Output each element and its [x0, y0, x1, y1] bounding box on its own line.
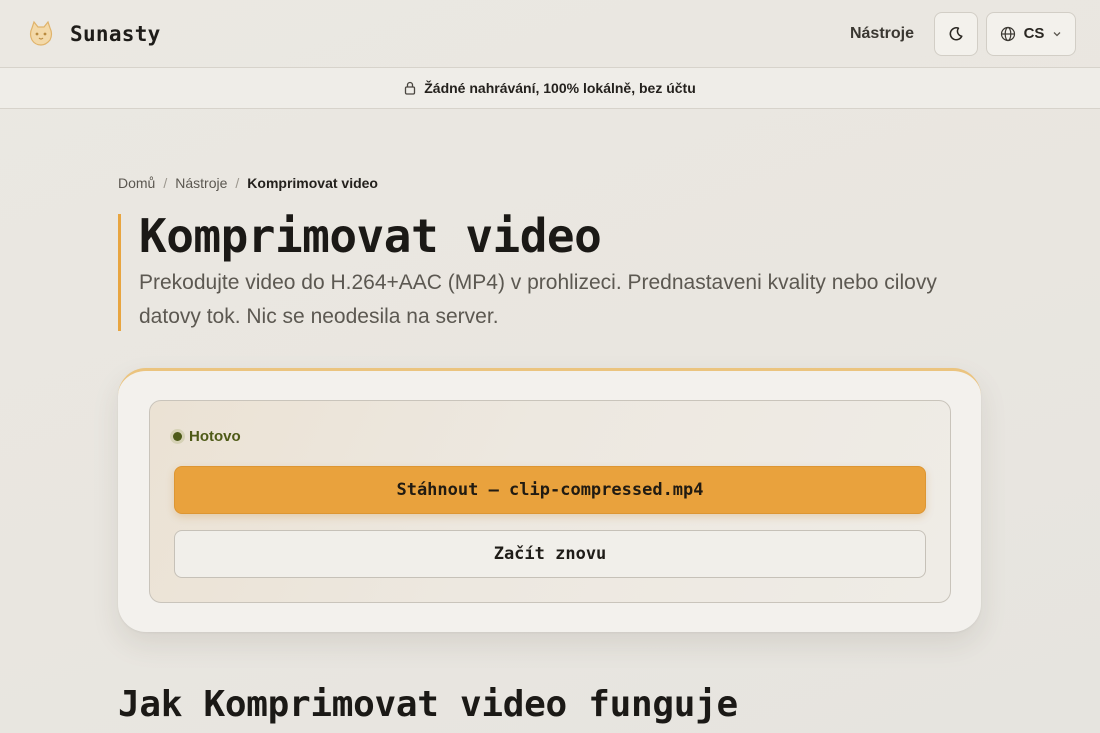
- cat-logo-icon[interactable]: [24, 17, 58, 51]
- download-button[interactable]: Stáhnout — clip-compressed.mp4: [174, 466, 926, 514]
- status-dot-icon: [173, 432, 182, 441]
- language-select[interactable]: CS: [986, 11, 1076, 56]
- moon-icon: [949, 26, 963, 40]
- breadcrumb-current: Komprimovat video: [247, 175, 378, 191]
- lock-icon: [405, 81, 416, 95]
- breadcrumb: Domů / Nástroje / Komprimovat video: [118, 175, 378, 191]
- page-subtitle: Prekodujte video do H.264+AAC (MP4) v pr…: [139, 271, 937, 328]
- tool-card: Hotovo Stáhnout — clip-compressed.mp4 Za…: [118, 368, 981, 632]
- breadcrumb-tools[interactable]: Nástroje: [175, 175, 227, 191]
- status-indicator: Hotovo: [173, 428, 241, 445]
- privacy-banner-text: Žádné nahrávání, 100% lokálně, bez účtu: [424, 80, 696, 96]
- breadcrumb-home[interactable]: Domů: [118, 175, 155, 191]
- site-header: Sunasty Nástroje CS: [0, 0, 1100, 68]
- theme-toggle-button[interactable]: [934, 11, 978, 56]
- language-label: CS: [1023, 25, 1045, 42]
- globe-icon: [1000, 26, 1015, 41]
- status-text: Hotovo: [189, 428, 241, 445]
- breadcrumb-separator: /: [235, 175, 240, 191]
- how-it-works-title: Jak Komprimovat video funguje: [118, 684, 738, 725]
- result-panel: Hotovo Stáhnout — clip-compressed.mp4 Za…: [149, 400, 951, 603]
- nav-tools-link[interactable]: Nástroje: [850, 25, 914, 43]
- page-hero: Komprimovat video Prekodujte video do H.…: [118, 209, 958, 331]
- restart-button[interactable]: Začít znovu: [174, 530, 926, 578]
- page-title: Komprimovat video: [139, 209, 602, 263]
- privacy-banner: Žádné nahrávání, 100% lokálně, bez účtu: [0, 68, 1100, 109]
- brand-name[interactable]: Sunasty: [70, 22, 161, 46]
- breadcrumb-separator: /: [163, 175, 168, 191]
- chevron-down-icon: [1053, 31, 1061, 36]
